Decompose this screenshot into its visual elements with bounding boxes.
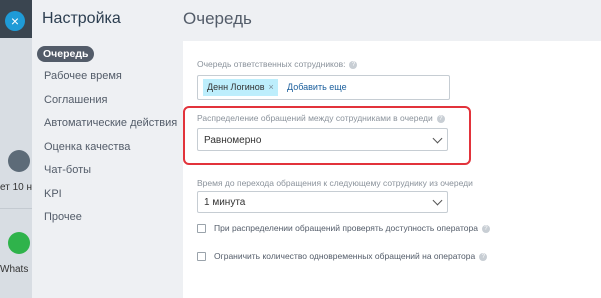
help-icon[interactable]: ?: [479, 252, 488, 261]
limit-requests-label: Ограничить количество одновременных обра…: [214, 251, 476, 261]
chat-preview-text: Whats: [0, 264, 29, 275]
sidebar-item-kpi[interactable]: KPI: [44, 188, 62, 200]
help-icon[interactable]: ?: [349, 60, 358, 69]
close-slider-button[interactable]: ×: [5, 11, 25, 31]
page-title: Очередь: [183, 9, 252, 28]
transfer-time-select[interactable]: 1 минута: [197, 191, 448, 213]
distribution-label: Распределение обращений между сотрудника…: [197, 113, 445, 123]
chevron-down-icon: [432, 195, 443, 206]
close-icon: ×: [10, 13, 20, 29]
transfer-time-select-value: 1 минута: [204, 197, 246, 208]
sidebar-title: Настройка: [42, 10, 121, 27]
distribution-select-value: Равномерно: [204, 135, 262, 146]
sidebar-item-queue[interactable]: Очередь: [37, 46, 95, 62]
chevron-down-icon: [432, 133, 443, 144]
employee-tag-label: Денн Логинов: [207, 82, 265, 92]
divider: [0, 208, 32, 209]
help-icon[interactable]: ?: [436, 114, 445, 123]
settings-panel: Очередь ответственных сотрудников:? Денн…: [183, 41, 601, 298]
help-icon[interactable]: ?: [481, 224, 490, 233]
remove-tag-icon[interactable]: ×: [269, 82, 274, 92]
sidebar-item-other[interactable]: Прочее: [44, 211, 82, 223]
sidebar-item-chatbots[interactable]: Чат-боты: [44, 164, 91, 176]
check-availability-label: При распределении обращений проверять до…: [214, 223, 478, 233]
add-employee-link[interactable]: Добавить еще: [287, 82, 347, 92]
sidebar-item-automatic-actions[interactable]: Автоматические действия: [44, 117, 177, 129]
chat-preview-text: ет 10 н: [0, 182, 32, 193]
limit-requests-checkbox[interactable]: [197, 252, 206, 262]
sidebar-item-quality-rating[interactable]: Оценка качества: [44, 141, 130, 153]
chat-avatar: [8, 150, 30, 172]
queue-label: Очередь ответственных сотрудников:?: [197, 59, 358, 69]
queue-employees-field[interactable]: Денн Логинов × Добавить еще: [197, 75, 450, 100]
check-availability-row[interactable]: При распределении обращений проверять до…: [197, 223, 490, 234]
limit-requests-row[interactable]: Ограничить количество одновременных обра…: [197, 251, 488, 262]
transfer-time-label: Время до перехода обращения к следующему…: [197, 178, 473, 188]
settings-sidebar: Настройка Очередь Рабочее время Соглашен…: [32, 0, 183, 298]
check-availability-checkbox[interactable]: [197, 224, 206, 234]
sidebar-item-work-time[interactable]: Рабочее время: [44, 70, 122, 82]
employee-tag: Денн Логинов ×: [203, 79, 278, 96]
distribution-select[interactable]: Равномерно: [197, 128, 448, 151]
background-app-strip: ет 10 н Whats: [0, 0, 32, 298]
whatsapp-icon: [8, 232, 30, 254]
sidebar-item-agreements[interactable]: Соглашения: [44, 94, 108, 106]
